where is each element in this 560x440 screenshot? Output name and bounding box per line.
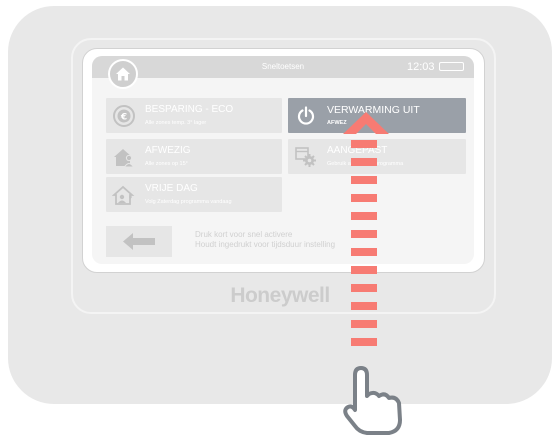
svg-text:€: €: [120, 113, 127, 123]
swipe-dash: [351, 320, 377, 328]
hint-text: Druk kort voor snel activere Houdt inged…: [195, 230, 335, 250]
tile-title: AFWEZIG: [145, 145, 191, 156]
tile-subtitle: Alle zones op 15°: [145, 161, 188, 167]
swipe-dash: [351, 284, 377, 292]
swipe-up-arrow-icon: [343, 112, 389, 134]
tile-title: BESPARING - ECO: [145, 104, 234, 115]
day-off-house-icon: [112, 185, 135, 205]
swipe-dash: [351, 338, 377, 346]
tile-subtitle: Alle zones temp. 3° lager: [145, 120, 207, 126]
swipe-dash: [351, 158, 377, 166]
hint-line-2: Houdt ingedrukt voor tijdsduur instellin…: [195, 240, 336, 249]
tile-subtitle: Volg Zaterdag programma vandaag: [145, 199, 232, 205]
back-button[interactable]: [106, 226, 172, 257]
swipe-dash: [351, 230, 377, 238]
swipe-dash: [351, 248, 377, 256]
hint-line-1: Druk kort voor snel activere: [195, 230, 293, 239]
home-button[interactable]: [108, 59, 138, 89]
clock: 12:03: [407, 61, 435, 73]
arrow-left-icon: [123, 233, 155, 250]
away-house-icon: [114, 149, 135, 168]
shortcut-eco[interactable]: € BESPARING - ECO Alle zones temp. 3° la…: [106, 98, 282, 133]
home-icon: [116, 67, 130, 81]
tile-title: VRIJE DAG: [145, 183, 198, 194]
power-icon: [297, 106, 315, 125]
euro-icon: €: [113, 105, 135, 127]
touch-screen: Sneltoetsen 12:03 € BESPARING - ECO Alle…: [92, 56, 474, 264]
shortcut-custom[interactable]: AANGEPAST Gebruik aangepast programma: [288, 139, 466, 174]
swipe-dash: [351, 302, 377, 310]
gear-icon: [295, 147, 316, 167]
swipe-dash: [351, 266, 377, 274]
swipe-dash: [351, 194, 377, 202]
swipe-dash: [351, 140, 377, 148]
swipe-dash: [351, 212, 377, 220]
brand-logo: Honeywell: [230, 284, 330, 307]
pointing-hand-icon: [343, 366, 402, 435]
battery-icon: [439, 62, 464, 71]
shortcut-away[interactable]: AFWEZIG Alle zones op 15°: [106, 139, 282, 174]
shortcut-day-off[interactable]: VRIJE DAG Volg Zaterdag programma vandaa…: [106, 177, 282, 212]
swipe-dash: [351, 176, 377, 184]
